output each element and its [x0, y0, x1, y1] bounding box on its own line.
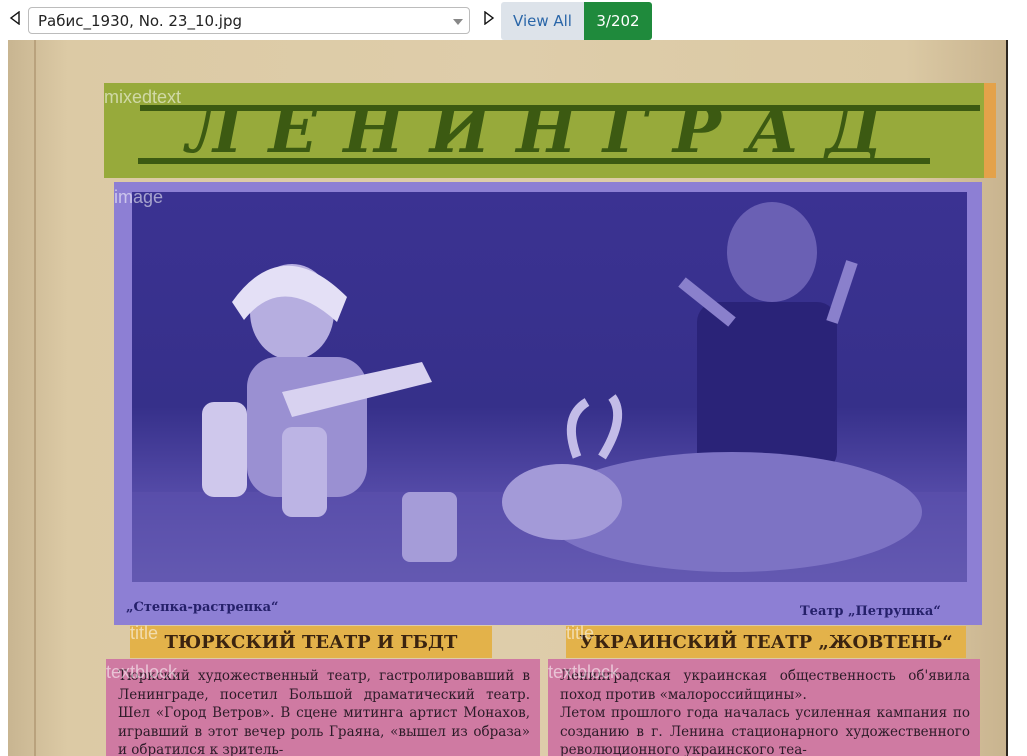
region-title-right[interactable]: УКРАИНСКИЙ ТЕАТР „ЖОВТЕНЬ“ — [566, 626, 966, 658]
banner-headline: ЛЕНИНГРАД — [185, 93, 909, 168]
textblock-left-text: Тюркский художественный театр, гастролир… — [118, 668, 530, 756]
scanned-page: ЛЕНИНГРАД mixedtext „Степка-растрепка“ Т… — [8, 40, 1006, 756]
page-fold — [34, 40, 36, 756]
file-select[interactable]: Рабис_1930, No. 23_10.jpg — [28, 7, 470, 34]
image-caption-left: „Степка-растрепка“ — [126, 600, 279, 615]
previous-button[interactable] — [7, 9, 23, 27]
puppet-photo — [132, 192, 967, 582]
page-counter: 3/202 — [584, 2, 652, 40]
triangle-left-icon — [9, 11, 20, 25]
toolbar: Рабис_1930, No. 23_10.jpg View All 3/202 — [0, 0, 1027, 40]
next-button[interactable] — [481, 9, 497, 27]
region-textblock-right[interactable]: Ленинградская украинская общественность … — [548, 659, 980, 756]
caret-down-icon — [453, 19, 463, 25]
region-textblock-left[interactable]: Тюркский художественный театр, гастролир… — [106, 659, 540, 756]
view-all-button[interactable]: View All — [501, 2, 584, 40]
image-viewer[interactable]: ЛЕНИНГРАД mixedtext „Степка-растрепка“ Т… — [8, 40, 1008, 756]
image-caption-right: Театр „Петрушка“ — [800, 604, 941, 619]
photo-illustration — [132, 202, 967, 582]
region-mixedtext[interactable]: ЛЕНИНГРАД — [104, 83, 990, 178]
file-select-value: Рабис_1930, No. 23_10.jpg — [38, 12, 243, 30]
title-right-text: УКРАИНСКИЙ ТЕАТР „ЖОВТЕНЬ“ — [579, 631, 953, 653]
textblock-right-text: Ленинградская украинская общественность … — [560, 668, 970, 756]
title-left-text: ТЮРКСКИЙ ТЕАТР И ГБДТ — [164, 631, 458, 653]
region-title-left[interactable]: ТЮРКСКИЙ ТЕАТР И ГБДТ — [130, 626, 492, 658]
region-mixedtext-edge — [984, 83, 996, 178]
triangle-right-icon — [484, 11, 495, 25]
